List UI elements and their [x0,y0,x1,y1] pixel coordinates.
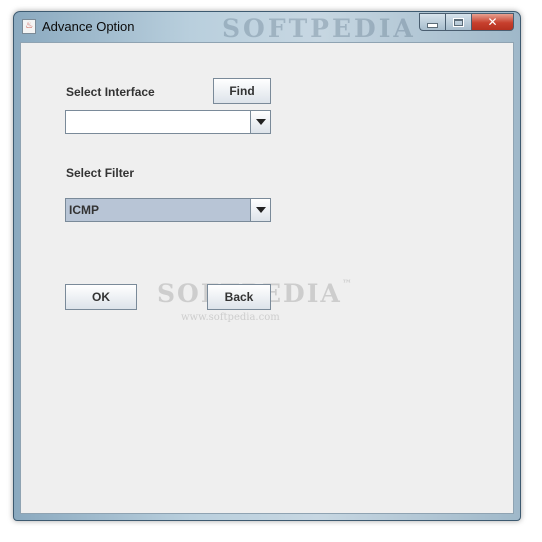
minimize-button[interactable] [419,13,445,31]
select-interface-label: Select Interface [66,85,155,99]
chevron-down-icon [255,207,266,213]
maximize-button[interactable] [445,13,471,31]
back-button[interactable]: Back [207,284,271,310]
find-button[interactable]: Find [213,78,271,104]
interface-dropdown-button[interactable] [250,111,270,133]
advance-option-window: ♨ Advance Option SOFTPEDIA ✕ Select Inte… [13,11,521,521]
java-app-icon: ♨ [22,19,36,34]
maximize-icon [453,17,464,27]
title-bar[interactable]: ♨ Advance Option SOFTPEDIA ✕ [14,12,520,43]
window-title: Advance Option [42,19,135,34]
interface-select[interactable] [65,110,271,134]
chevron-down-icon [255,119,266,125]
close-icon: ✕ [487,15,498,29]
filter-select-value: ICMP [69,203,99,217]
minimize-icon [427,22,438,28]
select-filter-label: Select Filter [66,166,135,180]
title-watermark: SOFTPEDIA [222,14,416,43]
filter-dropdown-button[interactable] [250,199,270,221]
ok-button[interactable]: OK [65,284,137,310]
filter-select[interactable]: ICMP [65,198,271,222]
window-controls: ✕ [419,13,514,32]
close-button[interactable]: ✕ [471,13,514,31]
watermark-url: www.softpedia.com [181,312,280,323]
dialog-content: Select Interface Find Select Filter ICMP… [20,42,514,514]
